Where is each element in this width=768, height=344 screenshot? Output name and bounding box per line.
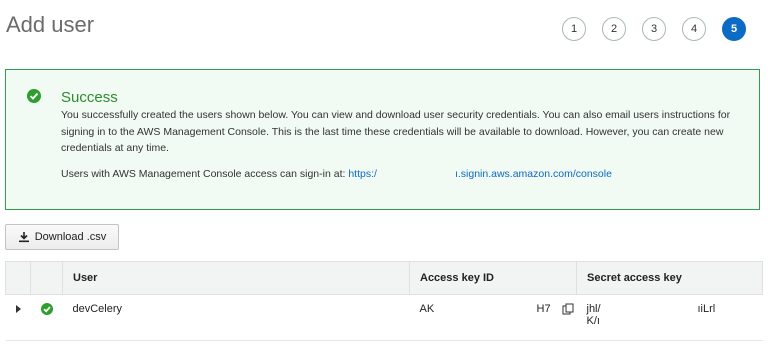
- step-3[interactable]: 3: [642, 17, 666, 41]
- row-status: [30, 294, 63, 341]
- secret-key-cell: jhl/ K/ı ıiLrl: [576, 294, 763, 341]
- access-key-cell: AK H7: [409, 294, 577, 341]
- access-key-end: H7: [536, 303, 551, 315]
- table-row: devCelery AK H7 jhl/ K/ı ıiLrl: [5, 294, 763, 341]
- secret-key-column-header[interactable]: Secret access key: [576, 261, 763, 295]
- alert-message: You successfully created the users shown…: [61, 109, 731, 154]
- status-column-header: [30, 261, 63, 295]
- success-check-icon: [27, 89, 41, 103]
- expand-column-header: [5, 261, 31, 295]
- access-key-start: AK: [419, 303, 435, 315]
- step-5: 5: [722, 17, 746, 41]
- secret-key-line-2: K/ı: [586, 315, 600, 327]
- user-column-header[interactable]: User: [62, 261, 410, 295]
- expand-row-toggle[interactable]: [5, 294, 31, 341]
- access-key-column-header[interactable]: Access key ID: [409, 261, 577, 295]
- signin-link-start: https:/: [348, 168, 377, 180]
- signin-link-end: ı.signin.aws.amazon.com/console: [454, 168, 612, 180]
- step-4[interactable]: 4: [682, 17, 706, 41]
- redacted-region: [376, 168, 455, 181]
- user-name-cell: devCelery: [62, 294, 410, 341]
- secret-key-end: ıiLrl: [697, 303, 716, 315]
- users-table: User Access key ID Secret access key dev…: [5, 261, 763, 341]
- signin-prefix: Users with AWS Management Console access…: [61, 168, 346, 180]
- download-csv-button[interactable]: Download .csv: [5, 224, 119, 250]
- success-check-icon: [40, 303, 53, 315]
- alert-title: Success: [61, 89, 118, 106]
- download-button-label: Download .csv: [34, 231, 107, 243]
- step-2[interactable]: 2: [602, 17, 626, 41]
- step-1[interactable]: 1: [562, 17, 586, 41]
- copy-icon[interactable]: [562, 303, 574, 315]
- success-alert: Success You successfully created the use…: [5, 69, 760, 210]
- page-title: Add user: [6, 12, 95, 37]
- signin-info: Users with AWS Management Console access…: [61, 168, 612, 181]
- caret-right-icon: [15, 305, 21, 313]
- download-icon: [18, 231, 30, 243]
- secret-key-start: jhl/: [586, 303, 601, 315]
- console-signin-link[interactable]: https:/ ı.signin.aws.amazon.com/console: [348, 168, 612, 181]
- wizard-steps: 1 2 3 4 5: [562, 17, 746, 41]
